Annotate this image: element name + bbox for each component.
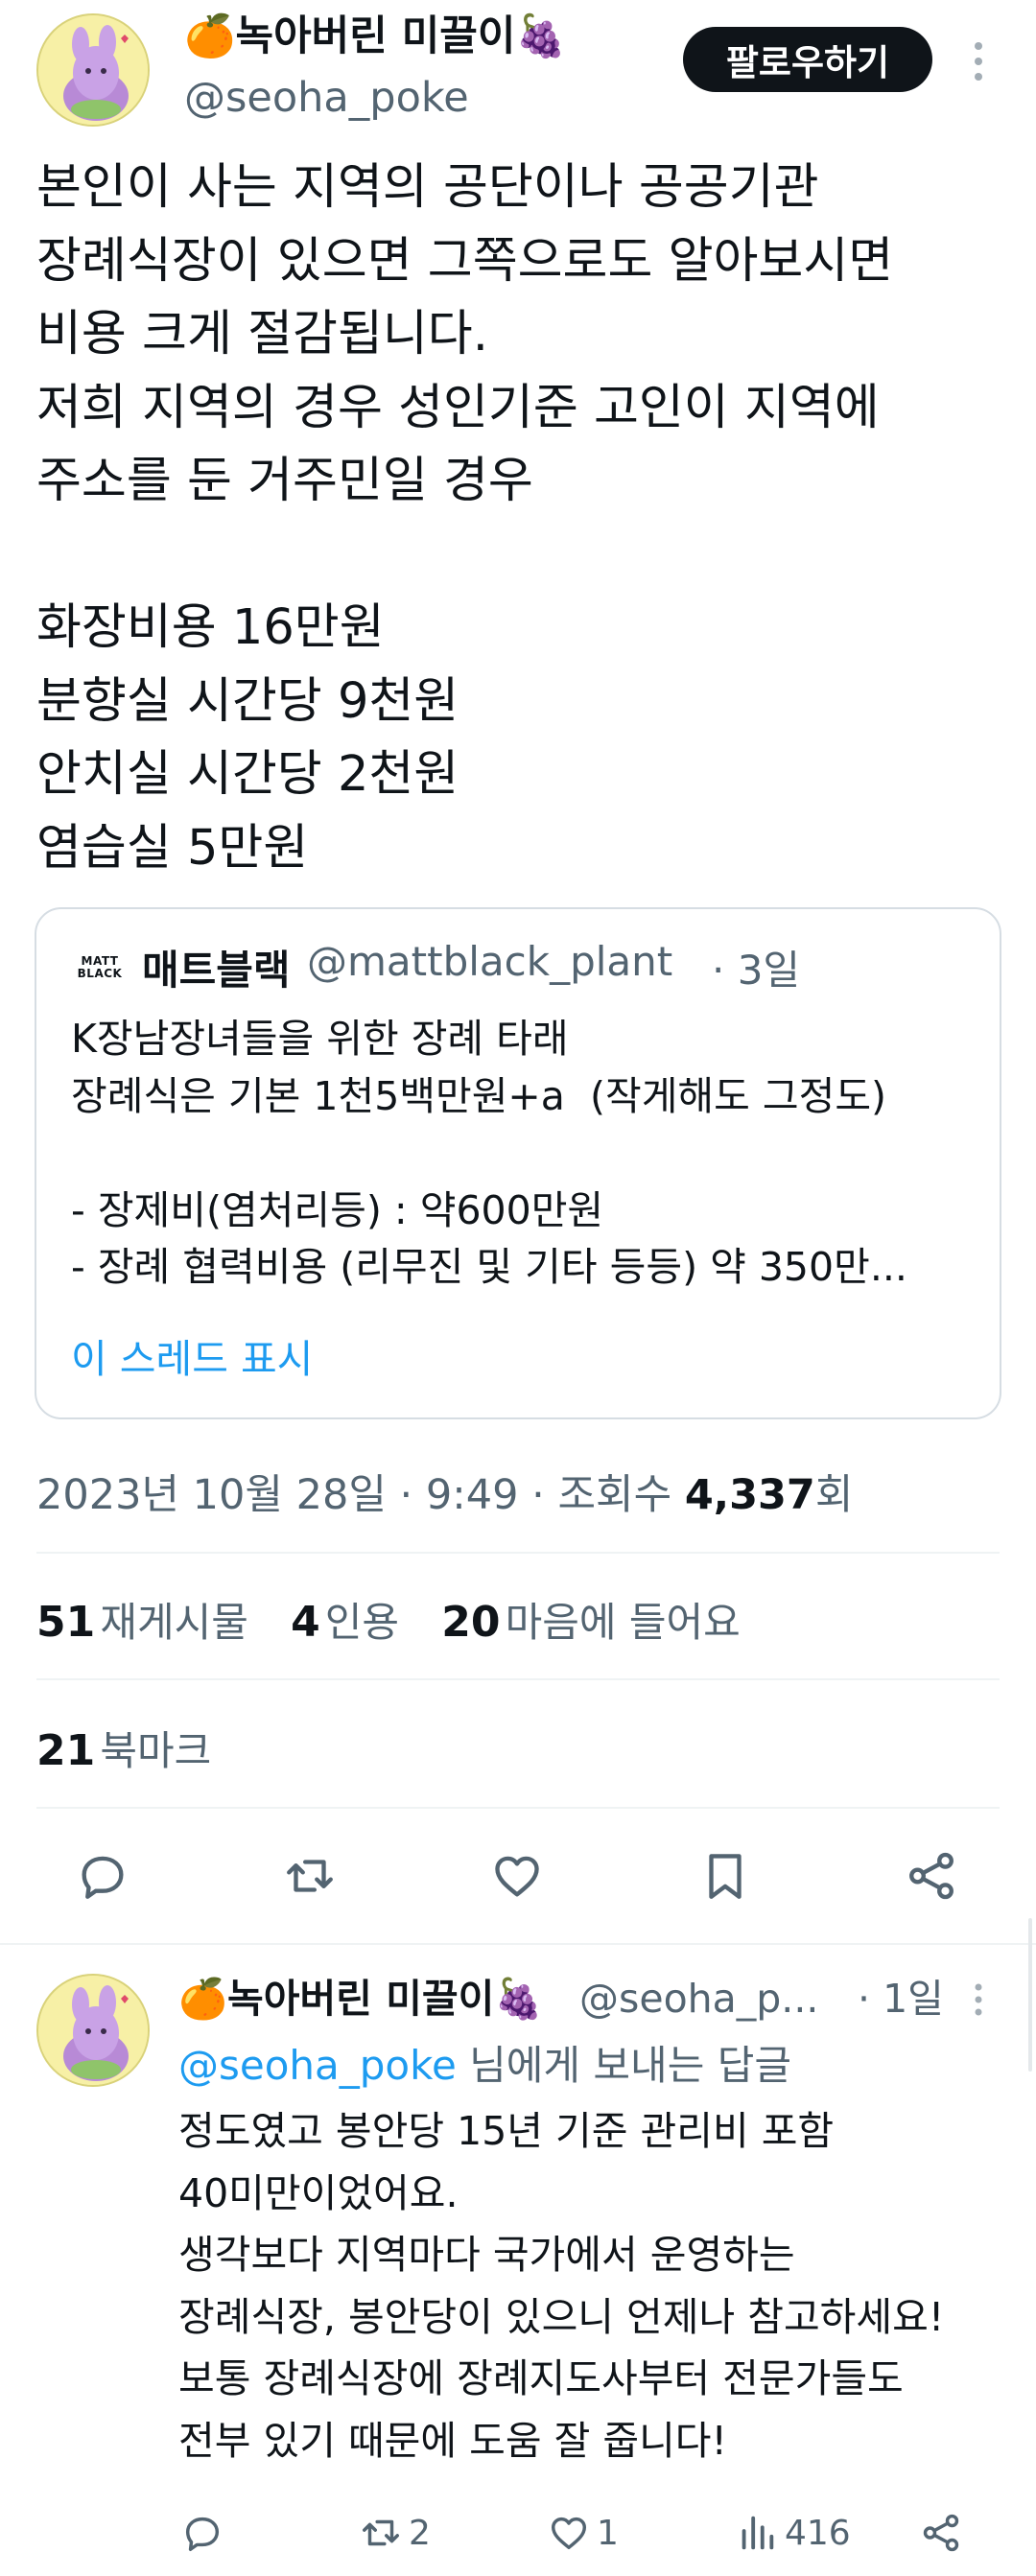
reply-icon	[185, 2517, 220, 2551]
show-thread-link[interactable]: 이 스레드 표시	[71, 1331, 313, 1389]
stats-row: 51 재게시물 4 인용 20 마음에 들어요	[36, 1590, 741, 1649]
quoted-tweet-time: · 3일	[712, 947, 801, 994]
retweet-icon[interactable]	[282, 1848, 338, 1908]
quoted-author-handle: @mattblack_plant	[307, 938, 673, 985]
share-icon[interactable]	[904, 1848, 959, 1908]
bookmark-stat[interactable]: 21 북마크	[36, 1719, 211, 1777]
reply-views-button[interactable]: 416	[735, 2511, 851, 2555]
divider	[0, 1943, 1036, 1945]
reply-share-button[interactable]	[919, 2511, 969, 2555]
views-icon	[742, 2516, 774, 2550]
like-stat[interactable]: 20 마음에 들어요	[441, 1598, 741, 1647]
more-vertical-icon[interactable]	[967, 38, 990, 86]
views-count: 416	[785, 2513, 851, 2553]
share-icon	[923, 2514, 959, 2552]
author-avatar[interactable]	[36, 13, 150, 127]
divider	[36, 1807, 1000, 1809]
retweet-icon	[363, 2519, 399, 2546]
scrollbar[interactable]	[1028, 1918, 1032, 2072]
quoted-author-name: 매트블랙	[142, 947, 291, 994]
replying-to: @seoha_poke 님에게 보내는 답글	[178, 2033, 791, 2092]
quoted-tweet-card[interactable]: MATT BLACK 매트블랙 @mattblack_plant · 3일 K장…	[35, 907, 1001, 1419]
divider	[36, 1678, 1000, 1680]
author-display-name[interactable]: 🍊녹아버린 미끌이🍇	[184, 12, 567, 61]
follow-button[interactable]: 팔로우하기	[683, 27, 932, 92]
tweet-meta: 2023년 10월 28일 · 9:49 · 조회수 4,337회	[36, 1462, 853, 1521]
replying-to-handle[interactable]: @seoha_poke	[178, 2042, 457, 2089]
tweet-text: 본인이 사는 지역의 공단이나 공공기관 장례식장이 있으면 그쪽으로도 알아보…	[36, 159, 894, 877]
author-handle[interactable]: @seoha_poke	[184, 73, 469, 123]
replying-to-suffix: 님에게 보내는 답글	[456, 2042, 791, 2089]
view-count-suffix: 회	[814, 1471, 854, 1519]
reply-reply-button[interactable]	[180, 2511, 230, 2555]
tweet-date: 2023년 10월 28일 · 9:49 · 조회수	[36, 1471, 672, 1519]
quote-stat[interactable]: 4 인용	[291, 1598, 399, 1647]
reply-more-icon[interactable]	[969, 1981, 988, 2020]
reply-retweet-button[interactable]: 2	[359, 2511, 431, 2555]
like-count: 1	[597, 2513, 619, 2553]
view-count: 4,337	[684, 1471, 815, 1519]
reply-author-handle[interactable]: @seoha_p...	[579, 1974, 818, 2024]
divider	[36, 1552, 1000, 1554]
quoted-tweet-text: K장남장녀들을 위한 장례 타래 장례식은 기본 1천5백만원+a (작게해도 …	[71, 1016, 907, 1290]
bookmark-icon[interactable]	[697, 1848, 753, 1908]
reply-author-avatar[interactable]	[36, 1974, 150, 2087]
reply-text: 정도였고 봉안당 15년 기준 관리비 포함 40미만이었어요. 생각보다 지역…	[178, 2108, 945, 2464]
like-icon	[551, 2517, 587, 2550]
retweet-stat[interactable]: 51 재게시물	[36, 1598, 248, 1647]
like-icon[interactable]	[489, 1848, 545, 1908]
retweet-count: 2	[409, 2513, 431, 2553]
quoted-author-logo: MATT BLACK	[75, 949, 125, 988]
reply-author-display-name[interactable]: 🍊녹아버린 미끌이🍇	[178, 1974, 543, 2024]
reply-like-button[interactable]: 1	[547, 2511, 619, 2555]
reply-icon[interactable]	[75, 1848, 130, 1908]
reply-time: · 1일	[858, 1976, 944, 2022]
